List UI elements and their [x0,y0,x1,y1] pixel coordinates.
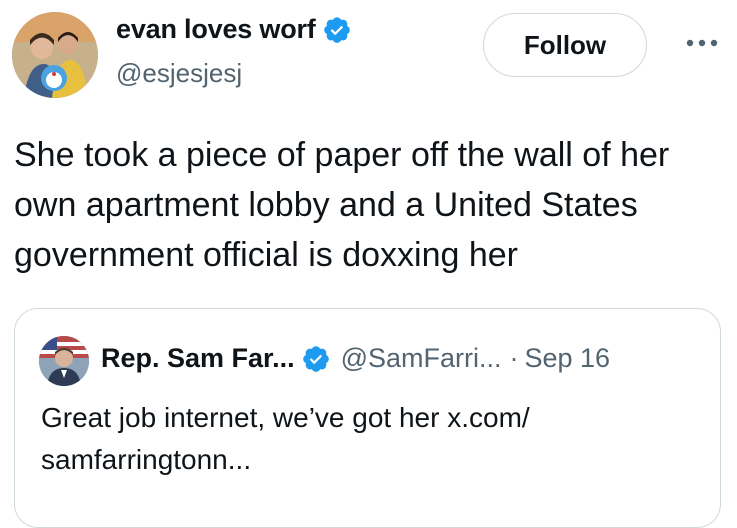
author-name-row: evan loves worf [116,14,352,45]
more-options-button[interactable] [682,28,722,58]
quoted-date[interactable]: Sep 16 [525,343,611,374]
tweet-header: evan loves worf @esjesjesj Follow [0,0,737,110]
quoted-verified-badge-icon [301,344,331,374]
avatar-photo-icon [12,12,98,98]
quoted-avatar-photo-icon [39,336,89,386]
author-handle[interactable]: @esjesjesj [116,58,242,89]
quoted-handle[interactable]: @SamFarri... [341,343,502,374]
quoted-display-name[interactable]: Rep. Sam Far... [101,343,295,374]
follow-button[interactable]: Follow [483,13,647,77]
quoted-author-avatar[interactable] [39,336,89,386]
quoted-header: Rep. Sam Far... @SamFarri... · Sep 16 [101,343,610,374]
verified-badge-icon [322,15,352,45]
quoted-tweet-card[interactable]: Rep. Sam Far... @SamFarri... · Sep 16 Gr… [14,308,721,528]
author-display-name[interactable]: evan loves worf [116,14,316,45]
tweet-text: She took a piece of paper off the wall o… [14,136,670,274]
quoted-tweet-text: Great job internet, we’ve got her x.com/… [41,402,530,475]
author-avatar[interactable] [12,12,98,98]
quoted-separator: · [509,343,519,373]
more-horizontal-icon [686,39,718,47]
